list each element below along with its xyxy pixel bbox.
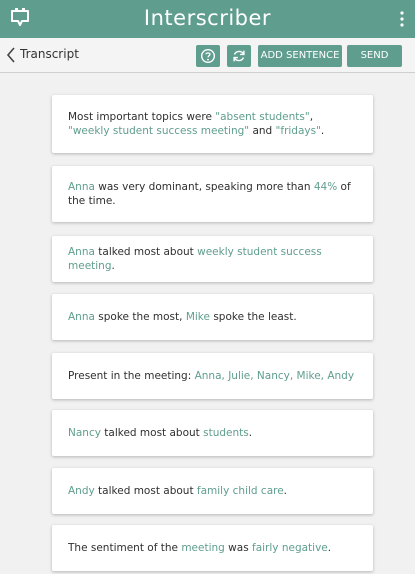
text-segment: and — [249, 125, 276, 137]
insight-card[interactable]: Anna spoke the most, Mike spoke the leas… — [52, 294, 373, 340]
text-segment: spoke the least. — [209, 311, 297, 323]
highlight-term: "fridays" — [275, 125, 321, 137]
insight-card[interactable]: Anna talked most about weekly student su… — [52, 236, 373, 282]
insight-card[interactable]: The sentiment of the meeting was fairly … — [52, 525, 373, 571]
text-segment: was very dominant, speaking more than — [94, 181, 314, 193]
help-button[interactable] — [196, 45, 220, 67]
highlight-term: Anna — [68, 246, 95, 258]
highlight-term: "weekly student success meeting" — [68, 125, 250, 137]
text-segment: was — [224, 542, 252, 554]
highlight-term: "absent students" — [215, 111, 310, 123]
text-segment: talked most about — [94, 485, 197, 497]
text-segment: The sentiment of the — [68, 542, 182, 554]
insight-card[interactable]: Anna was very dominant, speaking more th… — [52, 166, 373, 222]
text-segment: Most important topics were — [68, 111, 216, 123]
text-segment: . — [248, 427, 253, 439]
insight-card[interactable]: Andy talked most about family child care… — [52, 468, 373, 514]
add-sentence-button[interactable]: ADD SENTENCE — [258, 45, 342, 67]
text-segment: spoke the most, — [94, 311, 186, 323]
highlight-term: family child care — [196, 485, 284, 497]
insight-text: Present in the meeting: Anna, Julie, Nan… — [68, 369, 354, 383]
insight-card[interactable]: Present in the meeting: Anna, Julie, Nan… — [52, 353, 373, 399]
transcript-list[interactable]: Most important topics were "absent stude… — [0, 73, 415, 574]
refresh-icon — [233, 50, 245, 62]
app-bar: Interscriber — [0, 0, 415, 38]
text-segment: talked most about — [94, 246, 198, 258]
insight-text: Anna was very dominant, speaking more th… — [68, 180, 357, 208]
send-button[interactable]: SEND — [347, 45, 402, 67]
highlight-term: Mike — [185, 311, 210, 323]
insight-card[interactable]: Nancy talked most about students. — [52, 410, 373, 456]
text-segment: . — [283, 485, 288, 497]
insight-text: Most important topics were "absent stude… — [68, 110, 357, 138]
highlight-term: students — [203, 427, 249, 439]
highlight-term: Andy — [68, 485, 95, 497]
help-icon — [200, 48, 216, 64]
insight-text: Anna spoke the most, Mike spoke the leas… — [68, 310, 297, 324]
refresh-button[interactable] — [227, 45, 251, 67]
insight-text: Andy talked most about family child care… — [68, 484, 287, 498]
app-title: Interscriber — [143, 6, 272, 30]
chevron-left-icon[interactable] — [6, 46, 16, 64]
highlight-term: meeting — [181, 542, 225, 554]
text-segment: , — [309, 111, 314, 123]
highlight-term: fairly negative — [252, 542, 328, 554]
insight-text: Nancy talked most about students. — [68, 426, 252, 440]
text-segment: . — [111, 260, 115, 272]
text-segment: talked most about — [100, 427, 204, 439]
toolbar: Transcript ADD SENTENCE SEND — [0, 38, 415, 73]
highlight-term: Anna, Julie, Nancy, Mike, Andy — [194, 370, 355, 382]
highlight-term: Anna — [68, 311, 95, 323]
insight-text: Anna talked most about weekly student su… — [68, 245, 357, 273]
highlight-term: 44% — [313, 181, 338, 193]
insight-card[interactable]: Most important topics were "absent stude… — [52, 95, 373, 153]
highlight-term: Nancy — [68, 427, 101, 439]
highlight-term: Anna — [68, 181, 95, 193]
text-segment: . — [320, 125, 325, 137]
text-segment: . — [327, 542, 332, 554]
insight-text: The sentiment of the meeting was fairly … — [68, 541, 331, 555]
more-vert-icon[interactable] — [399, 9, 405, 29]
breadcrumb-transcript[interactable]: Transcript — [20, 47, 79, 61]
text-segment: Present in the meeting: — [68, 370, 195, 382]
